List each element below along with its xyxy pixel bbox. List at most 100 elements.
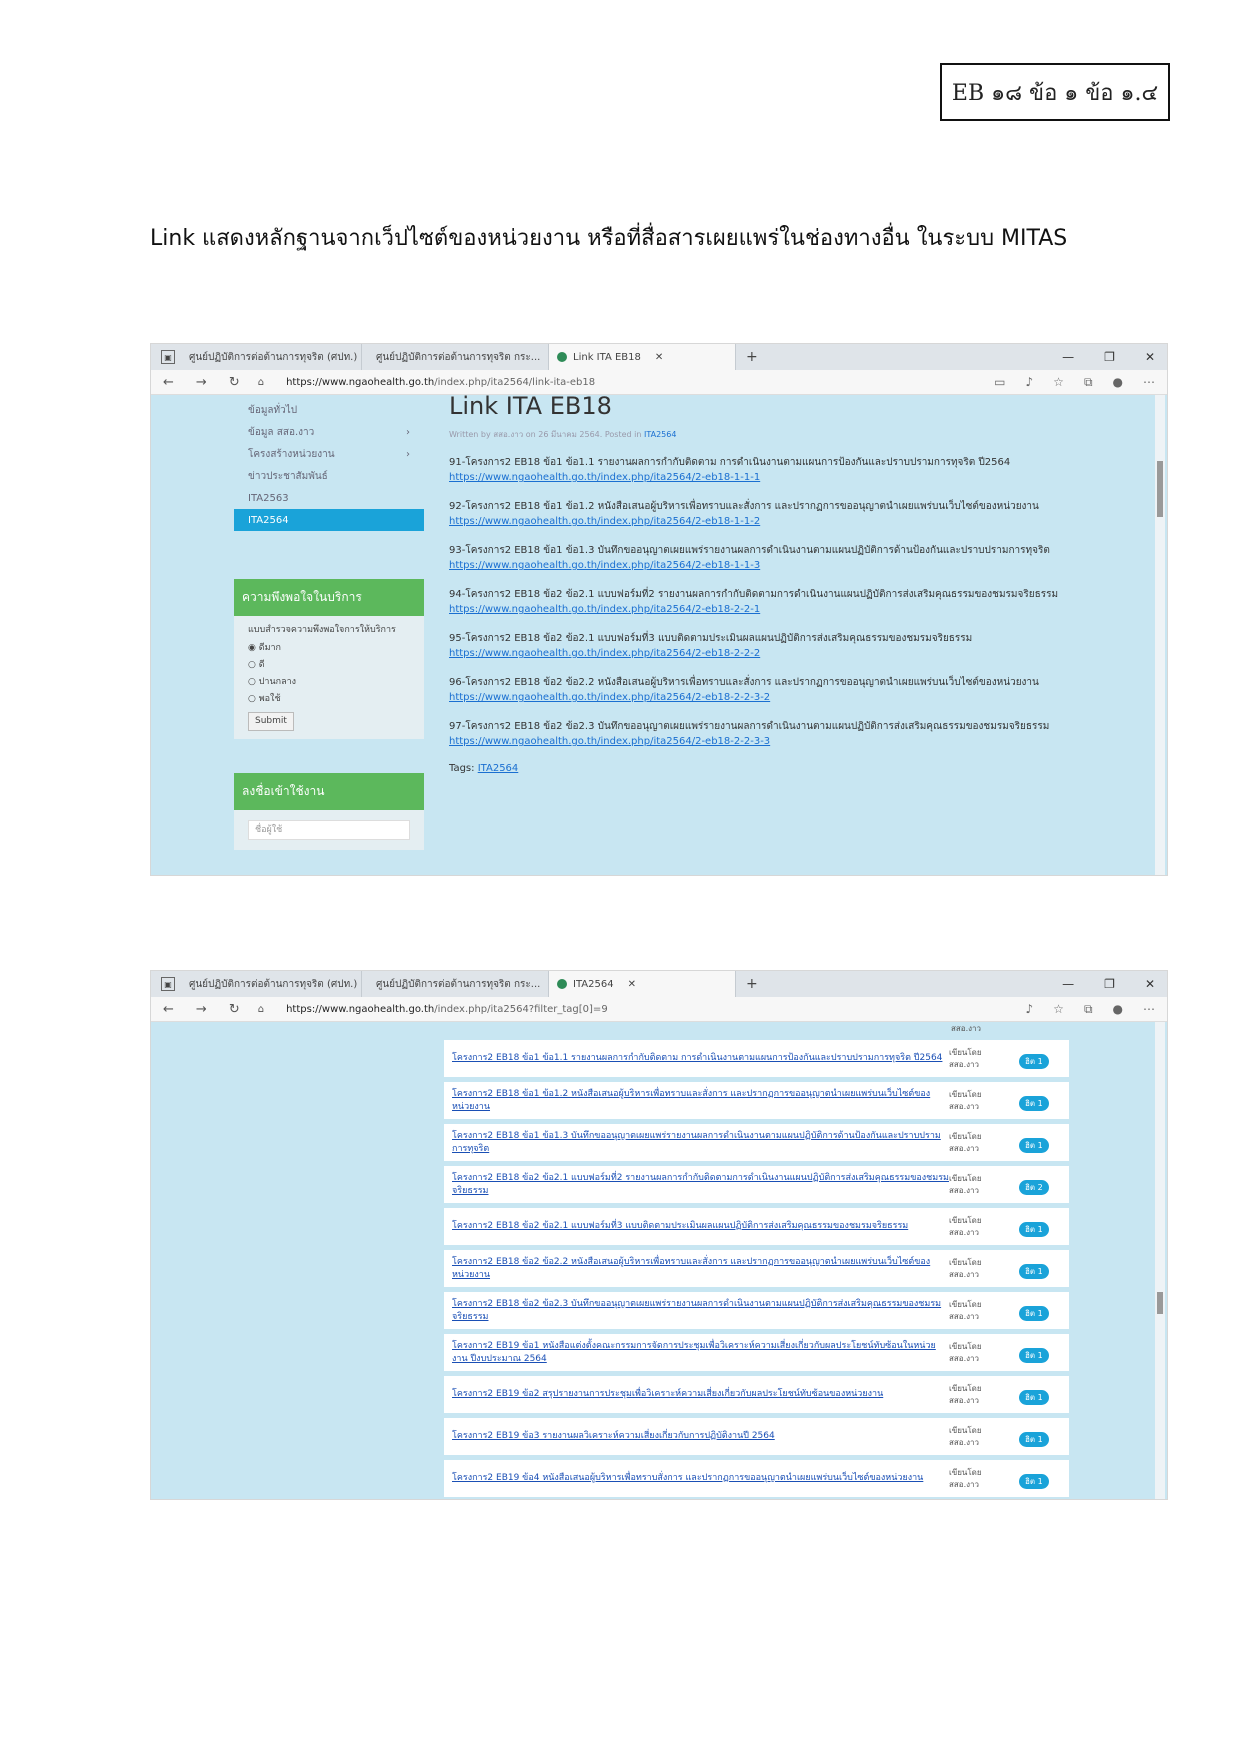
collections-icon[interactable]: ⧉: [1084, 375, 1093, 390]
post-text: 96-โครงการ2 EB18 ข้อ2 ข้อ2.2 หนังสือเสนอ…: [449, 677, 1039, 688]
article-link[interactable]: โครงการ2 EB18 ข้อ1 ข้อ1.3 บันทึกขออนุญาต…: [444, 1130, 949, 1156]
author-cell: เขียนโดย สสอ.งาว: [949, 1215, 982, 1237]
more-icon[interactable]: ⋯: [1143, 1002, 1155, 1017]
survey-question: แบบสำรวจความพึงพอใจการให้บริการ: [248, 625, 396, 635]
post-link[interactable]: https://www.ngaohealth.go.th/index.php/i…: [449, 690, 1069, 705]
sidebar-item[interactable]: ข่าวประชาสัมพันธ์: [234, 465, 424, 487]
read-aloud-icon[interactable]: ♪: [1026, 1002, 1034, 1017]
tab-label: ITA2564: [573, 978, 614, 990]
browser-tab[interactable]: ศูนย์ปฏิบัติการต่อต้านการทุจริต กระ... ✕: [362, 344, 549, 370]
post-entry: 95-โครงการ2 EB18 ข้อ2 ข้อ2.1 แบบฟอร์มที่…: [449, 631, 1069, 661]
post-entry: 93-โครงการ2 EB18 ข้อ1 ข้อ1.3 บันทึกขออนุ…: [449, 543, 1069, 573]
article-link[interactable]: โครงการ2 EB19 ข้อ2 สรุปรายงานการประชุมเพ…: [444, 1388, 949, 1401]
maximize-icon[interactable]: ❐: [1104, 350, 1115, 364]
tab-actions-icon[interactable]: ▣: [161, 350, 175, 364]
page-title: Link ITA EB18: [449, 392, 612, 420]
close-icon[interactable]: ✕: [628, 979, 636, 990]
table-row: โครงการ2 EB19 ข้อ1 หนังสือแต่งตั้งคณะกรร…: [444, 1334, 1069, 1371]
article-link[interactable]: โครงการ2 EB18 ข้อ2 ข้อ2.2 หนังสือเสนอผู้…: [444, 1256, 949, 1282]
sidebar-item[interactable]: ITA2563: [234, 487, 424, 509]
article-link[interactable]: โครงการ2 EB18 ข้อ1 ข้อ1.2 หนังสือเสนอผู้…: [444, 1088, 949, 1114]
submit-button[interactable]: Submit: [248, 712, 294, 731]
post-link[interactable]: https://www.ngaohealth.go.th/index.php/i…: [449, 646, 1069, 661]
page-content: สสอ.งาว โครงการ2 EB18 ข้อ1 ข้อ1.1 รายงาน…: [151, 1022, 1167, 1499]
sidebar-item[interactable]: ข้อมูล สสอ.งาว ›: [234, 421, 424, 443]
survey-widget-title: ความพึงพอใจในบริการ: [234, 579, 424, 616]
sidebar-item[interactable]: ข้อมูลทั่วไป: [234, 399, 424, 421]
forward-icon[interactable]: →: [196, 375, 207, 390]
refresh-icon[interactable]: ↻: [229, 375, 240, 390]
browser-tab-active[interactable]: Link ITA EB18 ✕: [549, 344, 736, 370]
article: Link ITA EB18 Written by สสอ.งาว on 26 ม…: [449, 392, 1069, 774]
hits-badge: ฮิต 1: [1019, 1347, 1049, 1363]
hits-badge: ฮิต 1: [1019, 1221, 1049, 1237]
article-list: โครงการ2 EB18 ข้อ1 ข้อ1.1 รายงานผลการกำก…: [444, 1040, 1069, 1499]
article-link[interactable]: โครงการ2 EB19 ข้อ1 หนังสือแต่งตั้งคณะกรร…: [444, 1340, 949, 1366]
profile-icon[interactable]: ●: [1113, 1002, 1123, 1017]
read-aloud-icon[interactable]: ♪: [1026, 375, 1034, 390]
minimize-icon[interactable]: —: [1062, 350, 1074, 364]
new-tab-icon[interactable]: +: [746, 976, 758, 992]
refresh-icon[interactable]: ↻: [229, 1002, 240, 1017]
close-window-icon[interactable]: ✕: [1145, 350, 1155, 364]
scrollbar[interactable]: [1155, 395, 1165, 875]
scrollbar[interactable]: [1155, 1022, 1165, 1499]
post-link[interactable]: https://www.ngaohealth.go.th/index.php/i…: [449, 734, 1069, 749]
tab-label: ศูนย์ปฏิบัติการต่อต้านการทุจริต กระ...: [376, 978, 541, 990]
sidebar-item-active[interactable]: ITA2564: [234, 509, 424, 531]
tag-link[interactable]: ITA2564: [478, 763, 519, 774]
profile-icon[interactable]: ●: [1113, 375, 1123, 390]
survey-option[interactable]: ○ ดี: [248, 657, 410, 674]
favicon-icon: [557, 979, 567, 989]
article-link[interactable]: โครงการ2 EB18 ข้อ1 ข้อ1.1 รายงานผลการกำก…: [444, 1052, 949, 1065]
reader-icon[interactable]: ▭: [994, 375, 1005, 390]
browser-tab[interactable]: ศูนย์ปฏิบัติการต่อต้านการทุจริต (ศปท.) ✕: [175, 971, 362, 997]
browser-tab[interactable]: ศูนย์ปฏิบัติการต่อต้านการทุจริต (ศปท.) ✕: [175, 344, 362, 370]
author-cell: เขียนโดย สสอ.งาว: [949, 1173, 982, 1195]
survey-option[interactable]: ○ ปานกลาง: [248, 674, 410, 691]
minimize-icon[interactable]: —: [1062, 977, 1074, 991]
url-field[interactable]: https://www.ngaohealth.go.th/index.php/i…: [286, 1004, 608, 1015]
scrollbar-thumb[interactable]: [1157, 461, 1163, 517]
survey-option[interactable]: ◉ ดีมาก: [248, 640, 410, 657]
favorite-icon[interactable]: ☆: [1053, 375, 1064, 390]
post-link[interactable]: https://www.ngaohealth.go.th/index.php/i…: [449, 470, 1069, 485]
post-entry: 92-โครงการ2 EB18 ข้อ1 ข้อ1.2 หนังสือเสนอ…: [449, 499, 1069, 529]
close-icon[interactable]: ✕: [655, 352, 663, 363]
post-link[interactable]: https://www.ngaohealth.go.th/index.php/i…: [449, 514, 1069, 529]
survey-option[interactable]: ○ พอใช้: [248, 691, 410, 708]
collections-icon[interactable]: ⧉: [1084, 1002, 1093, 1017]
article-link[interactable]: โครงการ2 EB19 ข้อ3 รายงานผลวิเคราะห์ความ…: [444, 1430, 949, 1443]
table-row: โครงการ2 EB19 ข้อ4 หนังสือเสนอผู้บริหารเ…: [444, 1460, 1069, 1497]
category-link[interactable]: ITA2564: [644, 430, 676, 439]
browser-tab-active[interactable]: ITA2564 ✕: [549, 971, 736, 997]
back-icon[interactable]: ←: [163, 1002, 174, 1017]
post-entry: 91-โครงการ2 EB18 ข้อ1 ข้อ1.1 รายงานผลการ…: [449, 455, 1069, 485]
sidebar-item[interactable]: โครงสร้างหน่วยงาน ›: [234, 443, 424, 465]
close-window-icon[interactable]: ✕: [1145, 977, 1155, 991]
new-tab-icon[interactable]: +: [746, 349, 758, 365]
post-entry: 94-โครงการ2 EB18 ข้อ2 ข้อ2.1 แบบฟอร์มที่…: [449, 587, 1069, 617]
back-icon[interactable]: ←: [163, 375, 174, 390]
forward-icon[interactable]: →: [196, 1002, 207, 1017]
favicon-icon: [557, 352, 567, 362]
article-link[interactable]: โครงการ2 EB18 ข้อ2 ข้อ2.3 บันทึกขออนุญาต…: [444, 1298, 949, 1324]
article-link[interactable]: โครงการ2 EB18 ข้อ2 ข้อ2.1 แบบฟอร์มที่2 ร…: [444, 1172, 949, 1198]
favorite-icon[interactable]: ☆: [1053, 1002, 1064, 1017]
table-row: โครงการ2 EB18 ข้อ2 ข้อ2.3 บันทึกขออนุญาต…: [444, 1292, 1069, 1329]
tab-actions-icon[interactable]: ▣: [161, 977, 175, 991]
navigation-buttons: ← → ↻: [163, 375, 240, 390]
scrollbar-thumb[interactable]: [1157, 1292, 1163, 1314]
post-text: 93-โครงการ2 EB18 ข้อ1 ข้อ1.3 บันทึกขออนุ…: [449, 545, 1050, 556]
post-link[interactable]: https://www.ngaohealth.go.th/index.php/i…: [449, 558, 1069, 573]
username-input[interactable]: ชื่อผู้ใช้: [248, 820, 410, 840]
browser-tab[interactable]: ศูนย์ปฏิบัติการต่อต้านการทุจริต กระ... ✕: [362, 971, 549, 997]
url-field[interactable]: https://www.ngaohealth.go.th/index.php/i…: [286, 377, 595, 388]
article-link[interactable]: โครงการ2 EB18 ข้อ2 ข้อ2.1 แบบฟอร์มที่3 แ…: [444, 1220, 949, 1233]
maximize-icon[interactable]: ❐: [1104, 977, 1115, 991]
post-link[interactable]: https://www.ngaohealth.go.th/index.php/i…: [449, 602, 1069, 617]
browser-toolbar: ♪ ☆ ⧉ ● ⋯: [1026, 1002, 1156, 1017]
more-icon[interactable]: ⋯: [1143, 375, 1155, 390]
table-row: โครงการ2 EB19 ข้อ3 รายงานผลวิเคราะห์ความ…: [444, 1418, 1069, 1455]
article-link[interactable]: โครงการ2 EB19 ข้อ4 หนังสือเสนอผู้บริหารเ…: [444, 1472, 949, 1485]
